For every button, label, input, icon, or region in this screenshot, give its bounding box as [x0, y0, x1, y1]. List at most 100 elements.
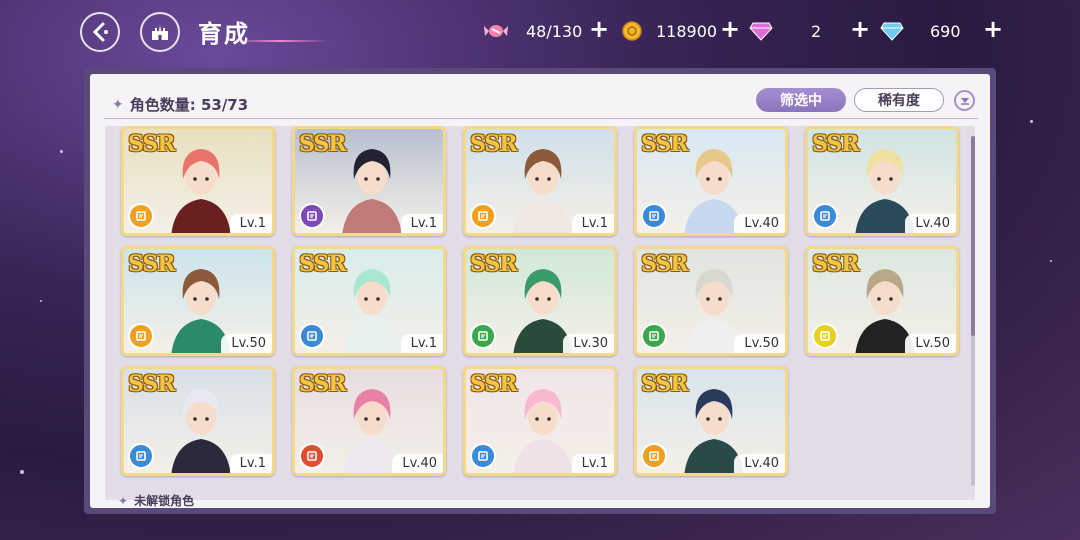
character-portrait [171, 149, 231, 233]
character-panel: ✦ 角色数量: 53/73 筛选中 稀有度 SSR Lv.1 SSR Lv.1 SSR L… [84, 68, 996, 514]
rarity-badge: SSR [641, 371, 689, 397]
character-portrait [342, 269, 402, 353]
character-portrait [342, 149, 402, 233]
character-card[interactable]: SSR Lv.50 [805, 246, 959, 356]
character-count: ✦ 角色数量: 53/73 [112, 94, 248, 115]
character-card[interactable]: SSR Lv.40 [292, 366, 446, 476]
attribute-icon [641, 443, 667, 469]
attribute-icon [470, 203, 496, 229]
character-card[interactable]: SSR Lv.1 [292, 246, 446, 356]
attribute-icon [641, 203, 667, 229]
rarity-badge: SSR [470, 371, 518, 397]
character-count-label: 角色数量: 53/73 [129, 96, 249, 114]
sparkle [60, 150, 63, 153]
rarity-badge: SSR [128, 131, 176, 157]
gold-coin-icon [620, 19, 644, 43]
attribute-icon [299, 443, 325, 469]
resource-value: 48/130 [526, 21, 583, 41]
sparkle [1030, 120, 1033, 123]
panel-content: ✦ 角色数量: 53/73 筛选中 稀有度 SSR Lv.1 SSR Lv.1 SSR L… [90, 74, 990, 508]
attribute-icon [641, 323, 667, 349]
attribute-icon [128, 443, 154, 469]
character-card[interactable]: SSR Lv.30 [463, 246, 617, 356]
rarity-badge: SSR [812, 131, 860, 157]
level-label: Lv.50 [734, 334, 785, 353]
character-card[interactable]: SSR Lv.50 [634, 246, 788, 356]
home-button[interactable] [140, 12, 180, 52]
level-label: Lv.30 [563, 334, 614, 353]
back-arrow-icon [92, 22, 108, 42]
level-label: Lv.40 [392, 454, 443, 473]
character-card[interactable]: SSR Lv.1 [121, 366, 275, 476]
character-portrait [513, 149, 573, 233]
rarity-badge: SSR [470, 251, 518, 277]
scrollbar-thumb[interactable] [971, 136, 975, 336]
level-label: Lv.1 [229, 454, 272, 473]
character-card[interactable]: SSR Lv.40 [634, 366, 788, 476]
top-bar: 育成 48/130 + 118900 + 2 + 690 + [0, 0, 1080, 62]
character-card[interactable]: SSR Lv.50 [121, 246, 275, 356]
level-label: Lv.1 [571, 214, 614, 233]
resource-value: 118900 [656, 21, 718, 41]
character-card[interactable]: SSR Lv.1 [121, 126, 275, 236]
character-card[interactable]: SSR Lv.1 [463, 126, 617, 236]
rarity-badge: SSR [128, 371, 176, 397]
castle-icon [152, 25, 168, 40]
filter-button[interactable]: 筛选中 [756, 88, 846, 112]
rarity-badge: SSR [641, 251, 689, 277]
scrollbar[interactable] [971, 136, 975, 486]
rarity-badge: SSR [299, 131, 347, 157]
resource-gold: 118900 [620, 18, 717, 44]
attribute-icon [128, 203, 154, 229]
character-grid[interactable]: SSR Lv.1 SSR Lv.1 SSR Lv.1 SSR Lv.40 SSR Lv.40 SSR… [105, 126, 975, 500]
level-label: Lv.50 [221, 334, 272, 353]
back-button[interactable] [80, 12, 120, 52]
attribute-icon [470, 443, 496, 469]
resource-pink-diamond: 2 [749, 18, 821, 44]
title-decoration [230, 40, 330, 42]
candy-icon [484, 19, 508, 43]
level-label: Lv.50 [905, 334, 956, 353]
rarity-badge: SSR [299, 371, 347, 397]
level-label: Lv.1 [571, 454, 614, 473]
sparkle-icon: ✦ [118, 493, 129, 508]
rarity-badge: SSR [128, 251, 176, 277]
locked-section-header: ✦ 未解锁角色 [118, 492, 194, 509]
divider [104, 118, 978, 119]
attribute-icon [812, 203, 838, 229]
level-label: Lv.40 [734, 454, 785, 473]
rarity-badge: SSR [299, 251, 347, 277]
level-label: Lv.40 [734, 214, 785, 233]
page-title: 育成 [198, 20, 250, 48]
level-label: Lv.1 [400, 334, 443, 353]
character-card[interactable]: SSR Lv.1 [463, 366, 617, 476]
level-label: Lv.40 [905, 214, 956, 233]
sparkle [1050, 260, 1052, 262]
blue-diamond-icon [880, 19, 904, 43]
sparkle-icon: ✦ [112, 96, 124, 113]
attribute-icon [128, 323, 154, 349]
character-card[interactable]: SSR Lv.1 [292, 126, 446, 236]
resource-value: 2 [811, 21, 822, 41]
resource-blue-diamond: 690 [880, 18, 961, 44]
sparkle [40, 300, 42, 302]
resource-stamina: 48/130 [484, 18, 582, 44]
sparkle [20, 470, 24, 474]
rarity-badge: SSR [470, 131, 518, 157]
character-card[interactable]: SSR Lv.40 [805, 126, 959, 236]
attribute-icon [299, 203, 325, 229]
level-label: Lv.1 [229, 214, 272, 233]
pink-diamond-icon [749, 19, 773, 43]
character-portrait [513, 389, 573, 473]
sort-toggle-icon [960, 97, 969, 105]
level-label: Lv.1 [400, 214, 443, 233]
locked-label: 未解锁角色 [134, 494, 195, 508]
attribute-icon [299, 323, 325, 349]
rarity-badge: SSR [812, 251, 860, 277]
rarity-sort-button[interactable]: 稀有度 [854, 88, 944, 112]
rarity-badge: SSR [641, 131, 689, 157]
character-card[interactable]: SSR Lv.40 [634, 126, 788, 236]
resource-value: 690 [930, 21, 961, 41]
sort-toggle-button[interactable] [954, 90, 975, 111]
character-portrait [171, 389, 231, 473]
